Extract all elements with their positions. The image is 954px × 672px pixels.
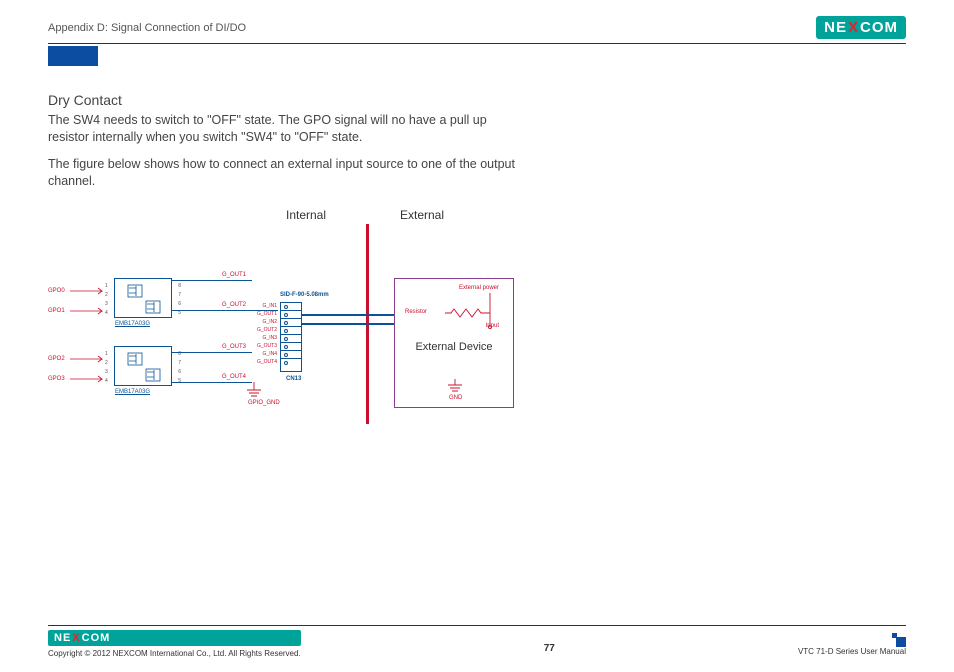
label-gout2: G_OUT2	[222, 302, 246, 308]
label-gout4: G_OUT4	[222, 374, 246, 380]
appendix-title: Appendix D: Signal Connection of DI/DO	[48, 22, 246, 34]
label-gout1: G_OUT1	[222, 272, 246, 278]
brand-text-a: NE	[824, 19, 847, 36]
brand-text-b: COM	[860, 19, 898, 36]
chip-emb17a03g-top: 1 2 3 4 8 7 6 5 EMB17A03G	[114, 278, 172, 318]
section-title: Dry Contact	[48, 92, 906, 108]
paragraph-2: The figure below shows how to connect an…	[48, 156, 528, 190]
footer-brand-logo: NEXCOM	[48, 630, 301, 646]
wire	[172, 382, 252, 383]
label-input: Input	[486, 323, 499, 329]
chip1-pins-right: 8 7 6 5	[178, 282, 181, 318]
wire	[302, 323, 394, 325]
label-external: External	[400, 208, 444, 222]
connector-ref: CN13	[286, 376, 301, 382]
connector-cn13: G_IN1 G_OUT1 G_IN2 G_OUT2 G_IN3 G_OUT3 G…	[280, 302, 302, 372]
corner-icon	[892, 633, 906, 647]
chip2-pins-right: 8 7 6 5	[178, 350, 181, 386]
label-gpo2: GPO2	[48, 356, 65, 362]
label-gpo3: GPO3	[48, 376, 65, 382]
gpo-arrows-icon	[70, 286, 112, 386]
mosfet-icon	[127, 352, 161, 382]
wire	[302, 314, 394, 316]
chip2-partno: EMB17A03G	[115, 389, 150, 395]
copyright-text: Copyright © 2012 NEXCOM International Co…	[48, 649, 301, 658]
label-gpo1: GPO1	[48, 308, 65, 314]
gpio-gnd-icon	[244, 382, 264, 400]
paragraph-1: The SW4 needs to switch to "OFF" state. …	[48, 112, 528, 146]
label-resistor: Resistor	[405, 309, 427, 315]
label-internal: Internal	[286, 208, 326, 222]
section-tab	[48, 46, 98, 66]
label-gout3: G_OUT3	[222, 344, 246, 350]
chip-emb17a03g-bottom: 1 2 3 4 8 7 6 5 EMB17A03G	[114, 346, 172, 386]
external-device-box: External power Resistor Input External D…	[394, 278, 514, 408]
chip1-partno: EMB17A03G	[115, 321, 150, 327]
page-footer: NEXCOM Copyright © 2012 NEXCOM Internati…	[48, 625, 906, 658]
label-external-device: External Device	[395, 341, 513, 353]
brand-logo: NEXCOM	[816, 16, 906, 39]
mosfet-icon	[127, 284, 161, 314]
manual-name: VTC 71-D Series User Manual	[798, 647, 906, 656]
connector-footprint: SID-F-90-5.08mm	[280, 292, 329, 298]
label-gpio-gnd: GPIO_GND	[248, 400, 280, 406]
wire	[172, 280, 252, 281]
wiring-diagram: Internal External 1 2 3 4 8 7 6 5 EMB17A…	[48, 210, 688, 440]
ext-circuit-icon	[435, 287, 505, 337]
page-number: 77	[544, 643, 555, 654]
gnd-icon	[445, 379, 465, 393]
label-gpo0: GPO0	[48, 288, 65, 294]
wire	[172, 352, 252, 353]
brand-text-x: X	[848, 19, 859, 36]
label-gnd: GND	[449, 395, 462, 401]
